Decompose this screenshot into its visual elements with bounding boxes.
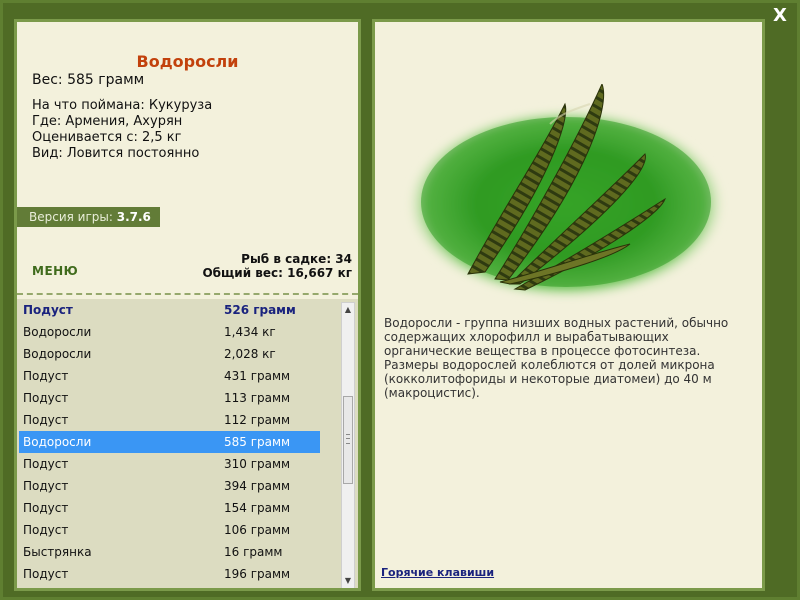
fish-title: Водоросли	[136, 52, 239, 71]
catch-list-scrollbar[interactable]: ▲ ▼	[341, 302, 355, 588]
catch-name: Подуст	[23, 523, 69, 537]
grip-icon	[346, 434, 350, 444]
version-badge: Версия игры: 3.7.6	[17, 207, 160, 227]
scroll-thumb[interactable]	[343, 396, 353, 484]
availability-info: Вид: Ловится постоянно	[32, 146, 200, 161]
fish-description: Водоросли - группа низших водных растени…	[384, 316, 729, 400]
catch-weight: 526 грамм	[224, 303, 296, 317]
catch-name: Подуст	[23, 391, 69, 405]
catch-weight: 16 грамм	[224, 545, 283, 559]
catch-weight: 196 грамм	[224, 567, 291, 581]
catch-weight: 1,434 кг	[224, 325, 276, 339]
list-item[interactable]: Подуст 394 грамм	[17, 475, 337, 497]
catch-name: Водоросли	[23, 435, 92, 449]
catch-weight: 112 грамм	[224, 413, 291, 427]
catch-name: Подуст	[23, 413, 69, 427]
fish-image-panel: Водоросли - группа низших водных растени…	[372, 19, 765, 591]
catch-name: Быстрянка	[23, 545, 92, 559]
catch-name: Водоросли	[23, 347, 92, 361]
catch-name: Подуст	[23, 369, 69, 383]
list-item[interactable]: Быстрянка 16 грамм	[17, 541, 337, 563]
list-item[interactable]: Водоросли 2,028 кг	[17, 343, 337, 365]
list-item[interactable]: Подуст 431 грамм	[17, 365, 337, 387]
version-value: 3.7.6	[116, 210, 151, 224]
seaweed-image	[404, 84, 728, 302]
fish-count: Рыб в садке: 34	[241, 252, 352, 266]
hotkeys-link[interactable]: Горячие клавиши	[381, 566, 494, 579]
fish-details: На что поймана: Кукуруза Где: Армения, А…	[32, 98, 212, 162]
catch-weight: 394 грамм	[224, 479, 291, 493]
list-item-selected[interactable]: Водоросли 585 грамм	[19, 431, 320, 453]
location-info: Где: Армения, Ахурян	[32, 114, 183, 129]
fish-info-panel: Водоросли Вес: 585 грамм На что поймана:…	[14, 19, 361, 591]
list-item[interactable]: Подуст 526 грамм	[17, 299, 337, 321]
scroll-down-arrow-icon[interactable]: ▼	[342, 574, 354, 588]
valued-from-info: Оценивается с: 2,5 кг	[32, 130, 182, 145]
catch-weight: 154 грамм	[224, 501, 291, 515]
catch-list-area: Подуст 526 грамм Водоросли 1,434 кг Водо…	[17, 299, 358, 588]
catch-name: Подуст	[23, 303, 73, 317]
net-stats: Рыб в садке: 34 Общий вес: 16,667 кг	[202, 252, 352, 280]
list-item[interactable]: Подуст 154 грамм	[17, 497, 337, 519]
scroll-up-arrow-icon[interactable]: ▲	[342, 303, 354, 317]
list-item[interactable]: Подуст 310 грамм	[17, 453, 337, 475]
catch-name: Подуст	[23, 567, 69, 581]
catch-weight: 113 грамм	[224, 391, 291, 405]
catch-name: Подуст	[23, 501, 69, 515]
catch-weight: 585 грамм	[224, 435, 291, 449]
list-item[interactable]: Водоросли 1,434 кг	[17, 321, 337, 343]
catch-weight: 431 грамм	[224, 369, 291, 383]
catch-weight: 106 грамм	[224, 523, 291, 537]
menu-button[interactable]: МЕНЮ	[32, 264, 78, 278]
catch-weight: 310 грамм	[224, 457, 291, 471]
catch-name: Подуст	[23, 457, 69, 471]
close-button[interactable]: X	[770, 6, 790, 26]
catch-name: Подуст	[23, 479, 69, 493]
list-item[interactable]: Подуст 196 грамм	[17, 563, 337, 585]
catch-name: Водоросли	[23, 325, 92, 339]
list-item[interactable]: Подуст 112 грамм	[17, 409, 337, 431]
catch-weight: 2,028 кг	[224, 347, 276, 361]
catch-list[interactable]: Подуст 526 грамм Водоросли 1,434 кг Водо…	[17, 299, 337, 588]
total-weight: Общий вес: 16,667 кг	[202, 266, 352, 280]
version-label: Версия игры:	[29, 210, 113, 224]
bait-info: На что поймана: Кукуруза	[32, 98, 213, 113]
list-item[interactable]: Подуст 113 грамм	[17, 387, 337, 409]
divider	[17, 293, 358, 295]
list-item[interactable]: Подуст 106 грамм	[17, 519, 337, 541]
fish-weight: Вес: 585 грамм	[32, 72, 145, 88]
